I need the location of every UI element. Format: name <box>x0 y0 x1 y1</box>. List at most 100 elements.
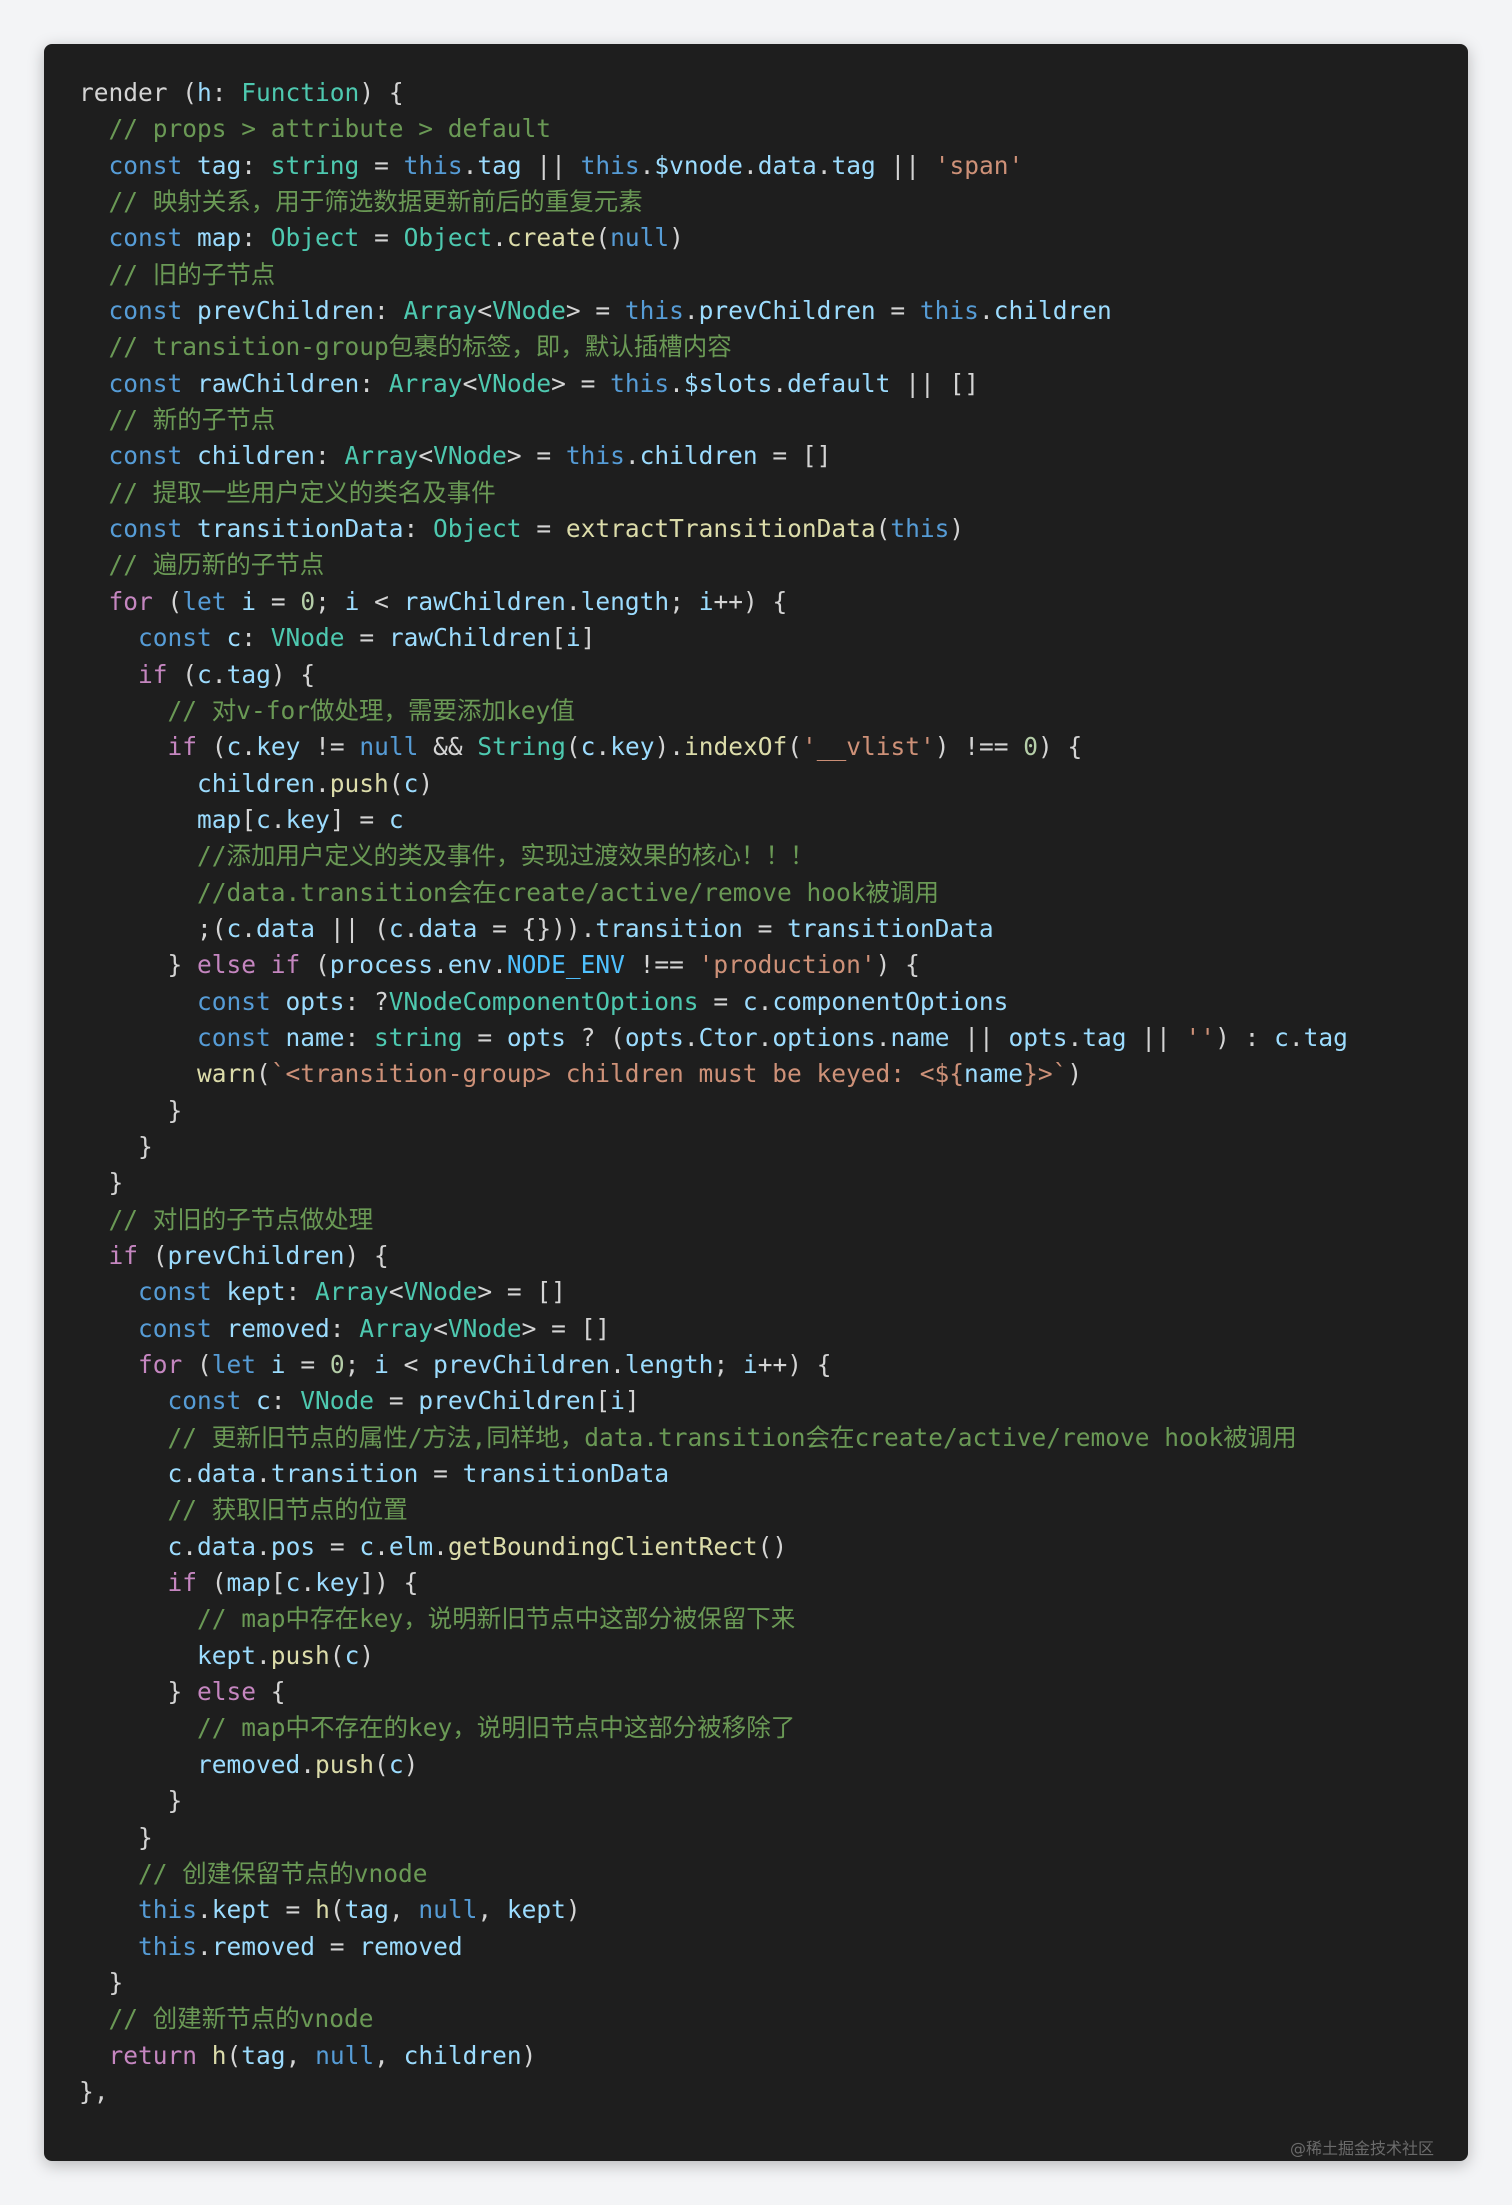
code-token: transition <box>270 1459 419 1489</box>
code-token: data <box>197 1459 257 1489</box>
code-token: ) <box>1067 1059 1083 1089</box>
code-token: String <box>477 732 566 762</box>
code-token: if <box>79 659 168 689</box>
code-token: , <box>388 1895 419 1925</box>
code-token: ( <box>182 1350 212 1380</box>
code-token: . <box>300 1568 316 1598</box>
code-token: //添加用户定义的类及事件，实现过渡效果的核心！！！ <box>79 841 815 871</box>
code-token: transitionData <box>197 514 404 544</box>
code-token: i <box>610 1386 625 1416</box>
code-token: transitionData <box>462 1459 670 1489</box>
code-token: c <box>742 986 758 1016</box>
code-token: ; <box>315 586 345 616</box>
code-token: 0 <box>300 586 316 616</box>
code-token: Array <box>403 296 478 326</box>
code-token: tag <box>1303 1022 1348 1052</box>
code-token: : <box>403 514 434 544</box>
code-token: . <box>211 659 227 689</box>
code-token: || <box>875 150 935 180</box>
code-token: > = <box>551 368 611 398</box>
code-token: children <box>403 2040 522 2070</box>
code-token: return <box>79 2040 212 2070</box>
code-token: tag <box>831 150 876 180</box>
code-token: default <box>787 368 891 398</box>
code-token: h <box>211 2040 227 2070</box>
code-line: return h(tag, null, children) <box>79 2038 1348 2074</box>
code-token: > = <box>565 296 625 326</box>
code-token: const <box>79 368 198 398</box>
code-line: //data.transition会在create/active/remove … <box>79 875 1348 911</box>
code-token: VNode <box>433 441 507 471</box>
code-token: h <box>315 1895 330 1925</box>
code-token: transitionData <box>787 913 994 943</box>
code-token: string <box>270 150 360 180</box>
code-token: this <box>610 368 670 398</box>
code-token: const <box>79 514 198 544</box>
code-token: , <box>285 2040 316 2070</box>
code-token: ) { <box>875 950 920 980</box>
code-token: . <box>978 296 994 326</box>
code-token: elm <box>388 1531 434 1561</box>
code-token: VNode <box>270 623 345 653</box>
code-token: Object <box>270 223 360 253</box>
code-token: null <box>359 732 419 762</box>
code-token: prevChildren <box>433 1350 611 1380</box>
code-token: = <box>344 623 389 653</box>
code-token: children <box>197 441 316 471</box>
code-token: const <box>79 1022 286 1052</box>
code-token: = <box>521 514 566 544</box>
code-token: let <box>182 586 242 616</box>
code-token: data <box>757 150 817 180</box>
code-token: c <box>197 659 212 689</box>
code-token: const <box>79 296 198 326</box>
code-token: = <box>315 1531 360 1561</box>
code-token: this <box>403 150 463 180</box>
code-token: // 新的子节点 <box>79 405 276 435</box>
code-token: 'span' <box>934 150 1024 180</box>
code-token: } <box>79 1967 124 1997</box>
code-token: || <box>521 150 581 180</box>
code-token: i <box>374 1350 389 1380</box>
code-token: ( <box>787 732 802 762</box>
code-token: Array <box>344 441 419 471</box>
code-token: name <box>964 1059 1024 1089</box>
code-token: ; <box>669 586 699 616</box>
code-token: 0 <box>1023 732 1039 762</box>
code-token: Function <box>241 78 360 107</box>
code-token: i <box>241 586 257 616</box>
code-line: // 创建保留节点的vnode <box>79 1856 1348 1892</box>
code-token: const <box>79 150 198 180</box>
code-token: i <box>565 623 581 653</box>
code-token: string <box>374 1022 463 1052</box>
code-token: data <box>418 913 478 943</box>
code-token: () <box>757 1531 788 1561</box>
code-token: removed <box>79 1749 301 1779</box>
code-line: warn(`<transition-group> children must b… <box>79 1056 1348 1092</box>
code-token: process <box>329 950 434 980</box>
code-token: . <box>595 732 611 762</box>
code-token: name <box>285 1022 345 1052</box>
code-line: if (c.key != null && String(c.key).index… <box>79 729 1348 765</box>
code-token: . <box>669 368 684 398</box>
code-token: || <box>949 1022 1009 1052</box>
code-token: if <box>79 1241 139 1270</box>
code-token: = <box>359 150 404 180</box>
code-token: > = <box>506 441 566 471</box>
code-token: tag <box>197 150 242 180</box>
code-token: warn <box>79 1059 257 1089</box>
code-token: : <box>315 441 345 471</box>
code-token: || ( <box>315 913 389 943</box>
code-token: VNode <box>477 368 552 398</box>
code-token: const <box>79 1277 227 1307</box>
code-token: = <box>359 223 404 253</box>
code-token: prevChildren <box>197 296 375 326</box>
code-token: . <box>772 368 788 398</box>
code-token: // 创建新节点的vnode <box>79 2004 374 2034</box>
code-token: ( <box>226 2040 242 2070</box>
code-token: Object <box>403 223 493 253</box>
code-line: const map: Object = Object.create(null) <box>79 220 1348 256</box>
code-token: . <box>1067 1022 1083 1052</box>
code-token: } <box>79 950 198 980</box>
code-token: = [] <box>757 441 832 471</box>
code-token: < <box>388 1350 434 1380</box>
